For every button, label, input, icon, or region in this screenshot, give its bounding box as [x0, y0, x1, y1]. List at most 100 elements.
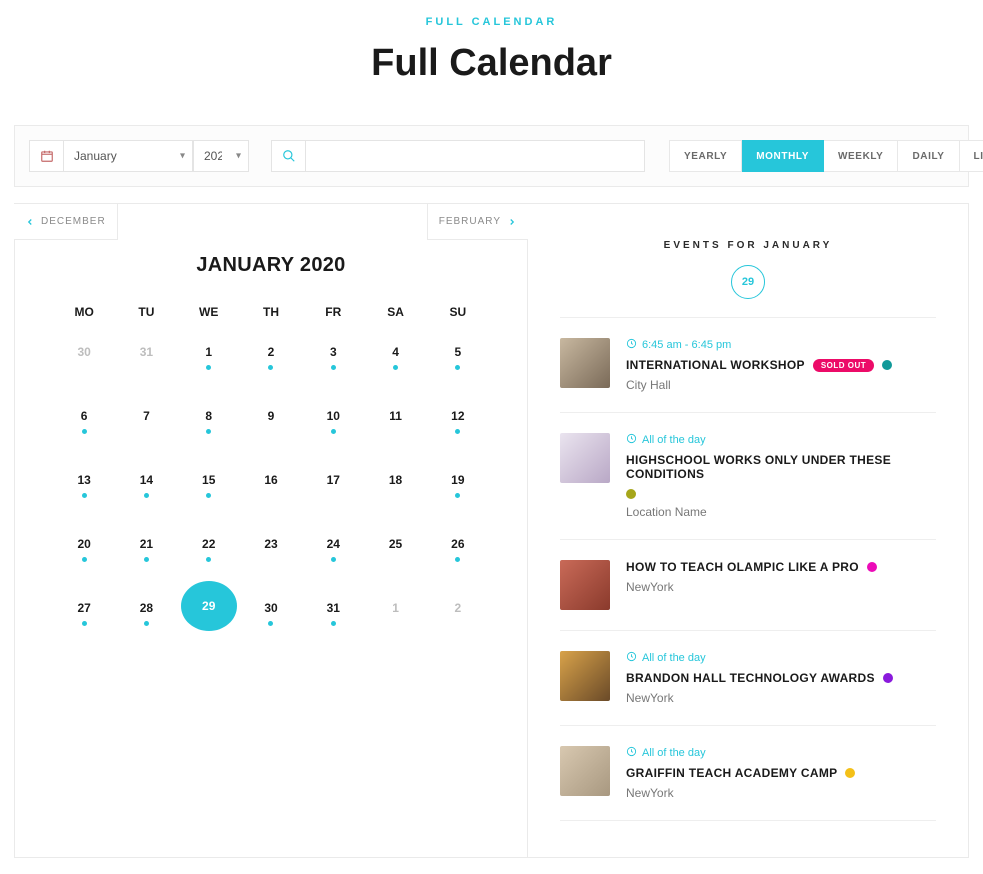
- event-dot-icon: [206, 493, 211, 498]
- event-item[interactable]: All of the dayBRANDON HALL TECHNOLOGY AW…: [560, 631, 936, 726]
- calendar-day[interactable]: 18: [364, 473, 426, 503]
- calendar-day[interactable]: 3: [302, 345, 364, 375]
- clock-icon: [626, 651, 637, 665]
- event-time: All of the day: [626, 746, 936, 760]
- event-location: NewYork: [626, 786, 936, 800]
- event-dot-icon: [455, 429, 460, 434]
- event-location: NewYork: [626, 580, 936, 594]
- calendar-day: 30: [53, 345, 115, 375]
- calendar-day[interactable]: 29: [178, 601, 240, 631]
- view-tab-daily[interactable]: DAILY: [898, 140, 959, 172]
- event-list: 6:45 am - 6:45 pmINTERNATIONAL WORKSHOPS…: [560, 317, 936, 821]
- event-time: All of the day: [626, 433, 936, 447]
- calendar-day[interactable]: 17: [302, 473, 364, 503]
- year-select[interactable]: 2020: [193, 140, 249, 172]
- calendar-day[interactable]: 9: [240, 409, 302, 439]
- category-dot-icon: [845, 768, 855, 778]
- category-dot-icon: [883, 673, 893, 683]
- calendar-day[interactable]: 13: [53, 473, 115, 503]
- event-dot-icon: [206, 429, 211, 434]
- calendar-day[interactable]: 5: [427, 345, 489, 375]
- event-dot-icon: [82, 493, 87, 498]
- calendar-day[interactable]: 8: [178, 409, 240, 439]
- event-thumbnail: [560, 746, 610, 796]
- calendar-day[interactable]: 15: [178, 473, 240, 503]
- calendar-panel: DECEMBER FEBRUARY JANUARY 2020 MOTUWETHF…: [15, 204, 528, 857]
- page-title: Full Calendar: [14, 42, 969, 85]
- calendar-day[interactable]: 22: [178, 537, 240, 567]
- view-tabs: YEARLYMONTHLYWEEKLYDAILYLIST: [669, 140, 983, 172]
- page-header: FULL CALENDAR Full Calendar: [14, 16, 969, 85]
- event-dot-icon: [206, 365, 211, 370]
- event-title: HIGHSCHOOL WORKS ONLY UNDER THESE CONDIT…: [626, 453, 936, 481]
- calendar-day[interactable]: 25: [364, 537, 426, 567]
- weekday-row: MOTUWETHFRSASU: [53, 305, 489, 319]
- event-dot-icon: [82, 557, 87, 562]
- event-item[interactable]: All of the day HIGHSCHOOL WORKS ONLY UNDE…: [560, 413, 936, 540]
- calendar-day[interactable]: 24: [302, 537, 364, 567]
- calendar-day[interactable]: 1: [178, 345, 240, 375]
- event-dot-icon: [455, 557, 460, 562]
- calendar-day[interactable]: 19: [427, 473, 489, 503]
- calendar-day[interactable]: 6: [53, 409, 115, 439]
- calendar-day[interactable]: 31: [302, 601, 364, 631]
- calendar-day: 31: [115, 345, 177, 375]
- event-location: NewYork: [626, 691, 936, 705]
- weekday-label: TU: [115, 305, 177, 319]
- search-button[interactable]: [271, 140, 305, 172]
- calendar-day[interactable]: 12: [427, 409, 489, 439]
- event-dot-icon: [82, 621, 87, 626]
- event-item[interactable]: All of the dayGRAIFFIN TEACH ACADEMY CAM…: [560, 726, 936, 821]
- toolbar: January 2020 YEARLYMONTHLYWEEKLYDAILYLIS…: [14, 125, 969, 187]
- event-thumbnail: [560, 338, 610, 388]
- calendar-day[interactable]: 30: [240, 601, 302, 631]
- event-thumbnail: [560, 651, 610, 701]
- category-dot-icon: [867, 562, 877, 572]
- calendar-day[interactable]: 11: [364, 409, 426, 439]
- selected-day-badge: 29: [731, 265, 765, 299]
- weekday-label: TH: [240, 305, 302, 319]
- view-tab-monthly[interactable]: MONTHLY: [742, 140, 824, 172]
- calendar-day[interactable]: 20: [53, 537, 115, 567]
- view-tab-weekly[interactable]: WEEKLY: [824, 140, 898, 172]
- calendar-day[interactable]: 14: [115, 473, 177, 503]
- calendar-day[interactable]: 27: [53, 601, 115, 631]
- clock-icon: [626, 338, 637, 352]
- view-tab-list[interactable]: LIST: [960, 140, 983, 172]
- calendar-day[interactable]: 4: [364, 345, 426, 375]
- view-tab-yearly[interactable]: YEARLY: [669, 140, 742, 172]
- calendar-day[interactable]: 10: [302, 409, 364, 439]
- event-title: BRANDON HALL TECHNOLOGY AWARDS: [626, 671, 875, 685]
- calendar-day[interactable]: 28: [115, 601, 177, 631]
- event-dot-icon: [455, 365, 460, 370]
- search-input[interactable]: [305, 140, 645, 172]
- event-dot-icon: [144, 621, 149, 626]
- event-thumbnail: [560, 433, 610, 483]
- calendar-day[interactable]: 26: [427, 537, 489, 567]
- calendar-day[interactable]: 23: [240, 537, 302, 567]
- event-item[interactable]: 6:45 am - 6:45 pmINTERNATIONAL WORKSHOPS…: [560, 318, 936, 413]
- event-dot-icon: [331, 621, 336, 626]
- chevron-left-icon: [25, 217, 35, 227]
- calendar-day[interactable]: 2: [240, 345, 302, 375]
- month-select[interactable]: January: [63, 140, 193, 172]
- event-dot-icon: [268, 365, 273, 370]
- event-dot-icon: [331, 429, 336, 434]
- weekday-label: WE: [178, 305, 240, 319]
- header-eyebrow: FULL CALENDAR: [14, 16, 969, 28]
- event-dot-icon: [455, 493, 460, 498]
- prev-month-button[interactable]: DECEMBER: [14, 204, 118, 240]
- event-dot-icon: [82, 429, 87, 434]
- calendar-day[interactable]: 7: [115, 409, 177, 439]
- event-item[interactable]: HOW TO TEACH OLAMPIC LIKE A PRONewYork: [560, 540, 936, 631]
- event-location: Location Name: [626, 505, 936, 519]
- next-month-button[interactable]: FEBRUARY: [427, 204, 528, 240]
- event-thumbnail: [560, 560, 610, 610]
- event-time: 6:45 am - 6:45 pm: [626, 338, 936, 352]
- calendar-day[interactable]: 21: [115, 537, 177, 567]
- calendar-day[interactable]: 16: [240, 473, 302, 503]
- calendar-day: 1: [364, 601, 426, 631]
- event-location: City Hall: [626, 378, 936, 392]
- event-dot-icon: [206, 557, 211, 562]
- clock-icon: [626, 433, 637, 447]
